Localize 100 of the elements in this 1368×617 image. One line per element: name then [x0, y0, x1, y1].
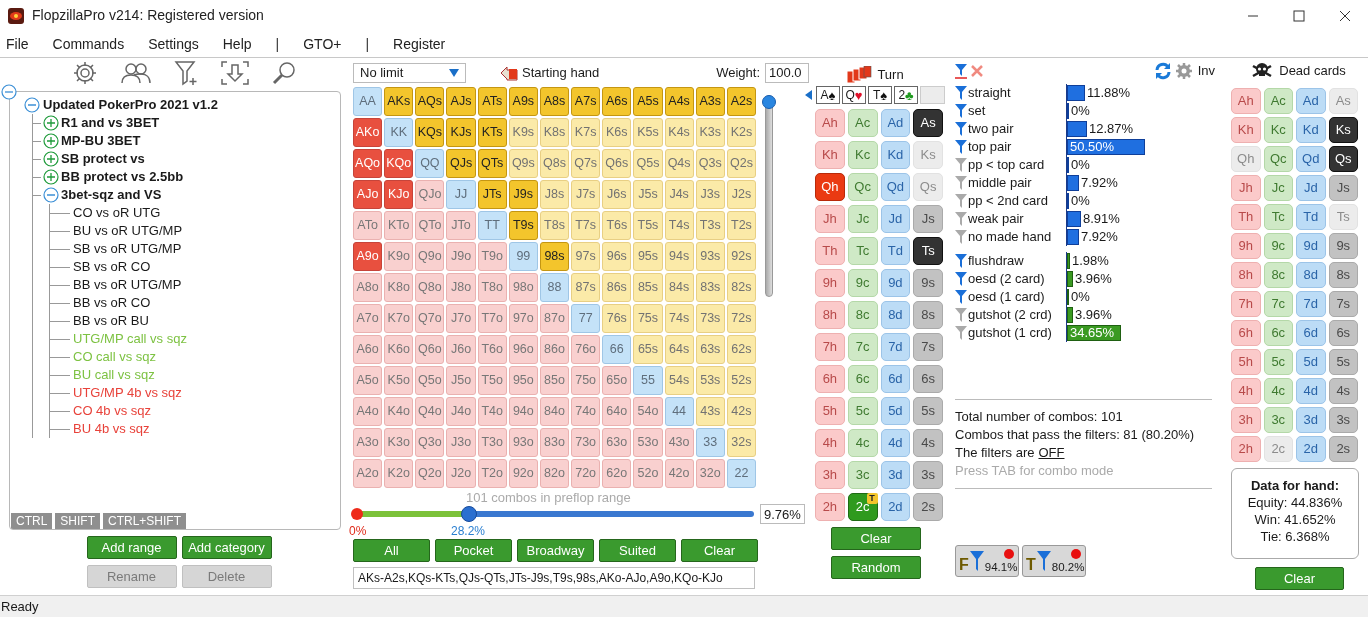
- hand-cell[interactable]: 22: [726, 459, 756, 488]
- hand-cell[interactable]: 65s: [633, 335, 663, 364]
- hand-cell[interactable]: 54o: [633, 397, 663, 426]
- hand-cell[interactable]: K2s: [726, 118, 756, 147]
- filter-icon[interactable]: [955, 193, 967, 209]
- card-button[interactable]: 3d: [880, 461, 911, 489]
- menu-item[interactable]: Settings: [148, 33, 199, 55]
- hand-cell[interactable]: T8s: [539, 211, 570, 240]
- card-button[interactable]: 3h: [1231, 407, 1261, 433]
- card-button[interactable]: 3s: [913, 461, 943, 489]
- card-button[interactable]: 4s: [913, 429, 943, 457]
- search-icon[interactable]: [272, 60, 298, 86]
- tree-item[interactable]: R1 and vs 3BET: [61, 113, 160, 133]
- hand-cell[interactable]: Q2s: [726, 149, 756, 178]
- hand-cell[interactable]: 98o: [508, 273, 538, 302]
- hand-cell[interactable]: QQ: [415, 149, 445, 178]
- card-button[interactable]: 8h: [1231, 262, 1261, 288]
- hand-cell[interactable]: Q2o: [415, 459, 445, 488]
- card-button[interactable]: 8d: [880, 301, 911, 329]
- card-button[interactable]: 4d: [880, 429, 911, 457]
- filter-icon[interactable]: [955, 63, 967, 79]
- filter-icon[interactable]: [955, 103, 967, 119]
- filter-icon[interactable]: [955, 157, 967, 173]
- card-button[interactable]: 2s: [913, 493, 943, 521]
- hand-cell[interactable]: K7o: [384, 304, 414, 333]
- card-button[interactable]: 7s: [913, 333, 943, 361]
- tree-item[interactable]: CO 4b vs sqz: [73, 401, 152, 421]
- card-button[interactable]: 2d: [1296, 436, 1326, 462]
- card-button[interactable]: 9h: [1231, 233, 1261, 259]
- hand-cell[interactable]: 84s: [664, 273, 694, 302]
- hand-cell[interactable]: Q8o: [415, 273, 445, 302]
- hand-cell[interactable]: 73o: [571, 428, 601, 457]
- menu-item[interactable]: Commands: [52, 33, 125, 55]
- tree-item[interactable]: UTG/MP 4b vs sqz: [73, 383, 182, 403]
- card-button[interactable]: 8h: [815, 301, 845, 329]
- board-button[interactable]: Clear: [831, 527, 921, 550]
- hand-cell[interactable]: 95s: [633, 242, 663, 271]
- card-button[interactable]: 2h: [815, 493, 845, 521]
- card-button[interactable]: 5h: [1231, 349, 1261, 375]
- filter-preset-button[interactable]: F 94.1%: [955, 545, 1019, 577]
- card-button[interactable]: Kd: [880, 141, 911, 169]
- hand-cell[interactable]: QJs: [446, 149, 476, 178]
- hand-cell[interactable]: 98s: [539, 242, 570, 271]
- card-button[interactable]: Jh: [1231, 175, 1261, 201]
- card-button[interactable]: Kh: [815, 141, 845, 169]
- hand-cell[interactable]: ATo: [353, 211, 383, 240]
- filter-icon[interactable]: [955, 289, 967, 305]
- percent-field[interactable]: 9.76%: [760, 504, 805, 524]
- card-button[interactable]: 7c: [1263, 291, 1293, 317]
- hand-cell[interactable]: T5s: [633, 211, 663, 240]
- card-button[interactable]: 5h: [815, 397, 845, 425]
- filter-icon[interactable]: [955, 307, 967, 323]
- hand-cell[interactable]: 62s: [726, 335, 756, 364]
- card-button[interactable]: 3s: [1328, 407, 1358, 433]
- card-button[interactable]: 9h: [815, 269, 845, 297]
- settings-icon[interactable]: [72, 60, 98, 86]
- hand-cell[interactable]: Q3o: [415, 428, 445, 457]
- card-button[interactable]: Ah: [815, 109, 845, 137]
- hand-cell[interactable]: 44: [664, 397, 694, 426]
- hand-cell[interactable]: 54s: [664, 366, 694, 395]
- hand-cell[interactable]: 62o: [602, 459, 632, 488]
- card-button[interactable]: 4h: [1231, 378, 1261, 404]
- hand-cell[interactable]: A4s: [664, 87, 694, 116]
- card-button[interactable]: 6d: [880, 365, 911, 393]
- hand-cell[interactable]: 55: [633, 366, 663, 395]
- range-button[interactable]: Add range: [86, 536, 177, 559]
- settings-icon[interactable]: [1174, 62, 1193, 80]
- hand-cell[interactable]: T6o: [477, 335, 507, 364]
- card-button[interactable]: 5d: [1296, 349, 1326, 375]
- hand-cell[interactable]: 77: [571, 304, 601, 333]
- card-button[interactable]: 7d: [880, 333, 911, 361]
- hand-cell[interactable]: AKo: [353, 118, 383, 147]
- hand-cell[interactable]: A6o: [353, 335, 383, 364]
- filter-preset-button[interactable]: T 80.2%: [1022, 545, 1086, 577]
- range-preset-button[interactable]: Broadway: [517, 539, 594, 562]
- tree-item[interactable]: CO vs oR UTG: [73, 203, 161, 223]
- hand-cell[interactable]: Q5s: [633, 149, 663, 178]
- card-button[interactable]: 8c: [1263, 262, 1293, 288]
- range-thumb[interactable]: [351, 508, 363, 520]
- import-icon[interactable]: [220, 60, 250, 86]
- card-button[interactable]: 5c: [1263, 349, 1293, 375]
- hand-cell[interactable]: A8s: [539, 87, 570, 116]
- hand-cell[interactable]: K3s: [695, 118, 725, 147]
- hand-cell[interactable]: AQs: [415, 87, 445, 116]
- card-button[interactable]: Kc: [1263, 117, 1293, 143]
- card-button[interactable]: Kc: [847, 141, 878, 169]
- hand-cell[interactable]: K6o: [384, 335, 414, 364]
- filter-add-icon[interactable]: [174, 60, 198, 86]
- refresh-icon[interactable]: [1153, 62, 1172, 80]
- card-button[interactable]: Ts: [1328, 204, 1358, 230]
- card-button[interactable]: As: [1328, 88, 1358, 114]
- card-button[interactable]: 9s: [1328, 233, 1358, 259]
- modifier-tab[interactable]: CTRL+SHIFT: [103, 513, 187, 529]
- filter-icon[interactable]: [955, 211, 967, 227]
- hand-cell[interactable]: 85s: [633, 273, 663, 302]
- hand-cell[interactable]: K8o: [384, 273, 414, 302]
- card-button[interactable]: Ks: [1328, 117, 1358, 143]
- hand-cell[interactable]: 72s: [726, 304, 756, 333]
- hand-cell[interactable]: J3o: [446, 428, 476, 457]
- tree-item[interactable]: MP-BU 3BET: [61, 131, 141, 151]
